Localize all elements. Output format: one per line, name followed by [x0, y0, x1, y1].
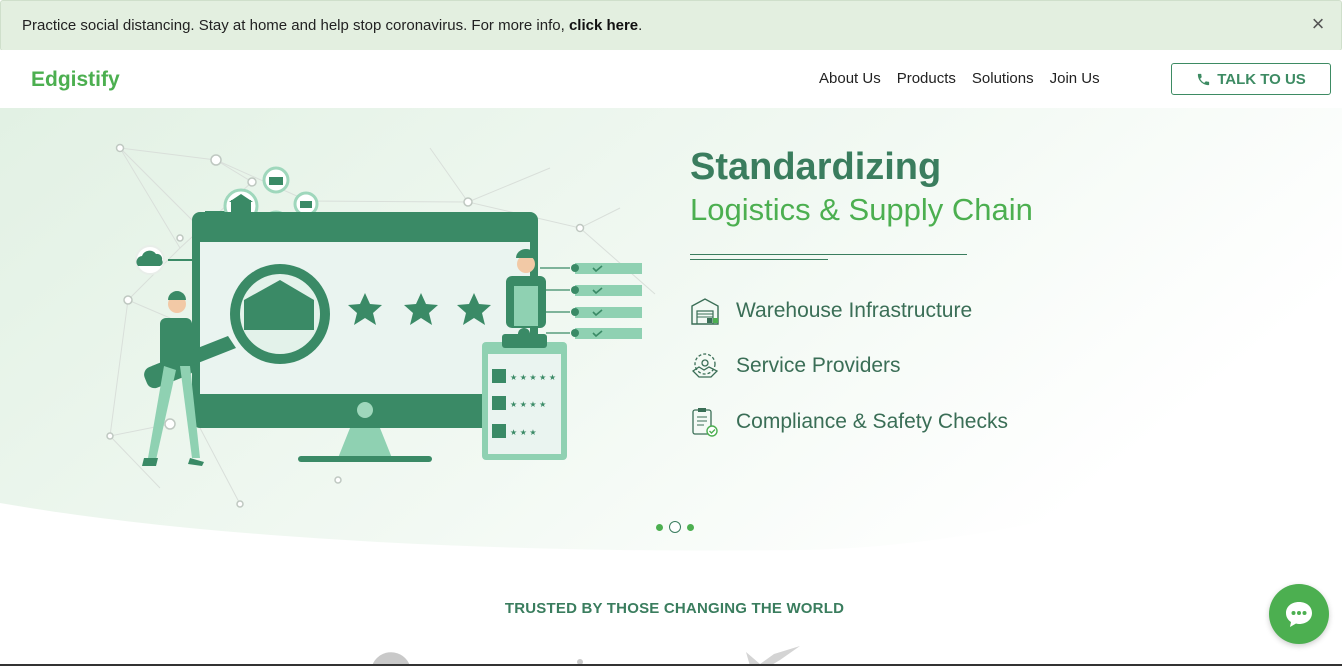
alert-suffix: . — [638, 17, 643, 34]
talk-to-us-button[interactable]: TALK TO US — [1171, 63, 1331, 95]
nav-join-us[interactable]: Join Us — [1050, 70, 1100, 87]
nav-solutions[interactable]: Solutions — [972, 70, 1034, 87]
carousel-indicators — [656, 521, 694, 533]
clipboard-check-icon — [692, 408, 718, 437]
client-logos-strip — [0, 646, 1342, 666]
svg-text:★ ★ ★ ★ ★: ★ ★ ★ ★ ★ — [510, 373, 556, 382]
title-divider — [690, 254, 967, 255]
feature-label: Service Providers — [736, 354, 901, 377]
hero-title: Standardizing — [690, 146, 942, 188]
feature-label: Warehouse Infrastructure — [736, 299, 973, 322]
chat-bubble-icon — [1286, 602, 1312, 627]
warehouse-icon — [691, 298, 719, 325]
nav-products[interactable]: Products — [897, 70, 956, 87]
hero-section: ★ ★ ★ ★ ★ ★ ★ ★ ★ ★ ★ ★ Standardizing Lo… — [0, 108, 1342, 558]
talk-to-us-label: TALK TO US — [1217, 70, 1306, 88]
alert-click-here-link[interactable]: click here — [569, 17, 638, 34]
feature-label: Compliance & Safety Checks — [736, 410, 1008, 433]
alert-message: Practice social distancing. Stay at home… — [22, 17, 642, 34]
chat-widget-button[interactable] — [1269, 584, 1329, 644]
svg-text:★ ★ ★ ★: ★ ★ ★ ★ — [510, 400, 546, 409]
nav-about-us[interactable]: About Us — [819, 70, 881, 87]
handshake-gear-icon — [691, 353, 719, 378]
carousel-dot-2[interactable] — [669, 521, 681, 533]
carousel-dot-3[interactable] — [687, 523, 694, 531]
hero-subtitle: Logistics & Supply Chain — [690, 192, 1033, 227]
title-divider-short — [690, 259, 828, 260]
carousel-dot-1[interactable] — [656, 523, 663, 531]
phone-icon — [1198, 73, 1210, 85]
svg-text:★ ★ ★: ★ ★ ★ — [510, 428, 537, 437]
brand-logo[interactable]: Edgistify — [31, 68, 120, 92]
monitor-rating-illustration: ★ ★ ★ ★ ★ ★ ★ ★ ★ ★ ★ ★ — [106, 143, 656, 508]
covid-alert-banner: Practice social distancing. Stay at home… — [0, 0, 1342, 51]
feature-compliance: Compliance & Safety Checks — [690, 406, 1008, 438]
top-navbar: Edgistify About Us Products Solutions Jo… — [0, 50, 1342, 108]
feature-service-providers: Service Providers — [690, 351, 901, 381]
close-icon[interactable]: × — [1307, 13, 1329, 35]
feature-warehouse: Warehouse Infrastructure — [690, 296, 972, 326]
nav-menu: About Us Products Solutions Join Us — [819, 70, 1100, 87]
trusted-heading: TRUSTED BY THOSE CHANGING THE WORLD — [504, 600, 845, 617]
alert-text: Practice social distancing. Stay at home… — [22, 17, 569, 34]
